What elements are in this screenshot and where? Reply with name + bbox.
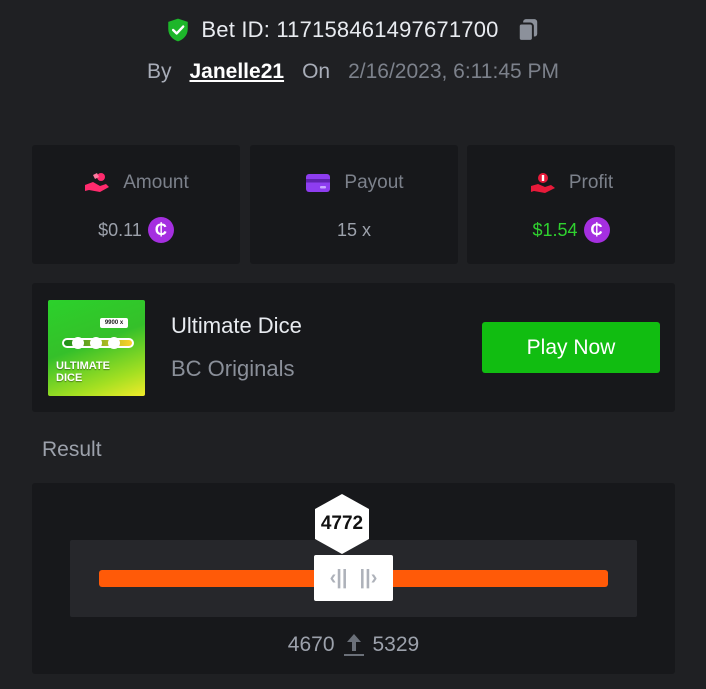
range-low: 4670 (287, 633, 335, 656)
hand-money-icon (530, 173, 555, 193)
result-heading: Result (42, 438, 102, 461)
bet-id-text: Bet ID: 117158461497671700 (201, 17, 499, 42)
profit-value: $1.54 (532, 219, 578, 240)
thumbnail-dot (108, 337, 120, 349)
bet-details-page: Bet ID: 117158461497671700 By Janelle21 … (0, 0, 706, 689)
result-value: 4772 (320, 513, 364, 534)
profit-value-row: $1.54 ₵ (467, 216, 675, 244)
amount-card: Amount $0.11 ₵ (32, 145, 240, 264)
profit-card: Profit $1.54 ₵ (467, 145, 675, 264)
range-row: 4670 5329 (32, 630, 675, 660)
chevron-left-icon: ‹|| (329, 566, 348, 589)
game-card: 9900 x ULTIMATE DICE Ultimate Dice BC Or… (32, 283, 675, 412)
profit-label: Profit (568, 172, 614, 193)
result-panel: ‹|| ||› 4772 4670 5329 (32, 483, 675, 674)
payout-label: Payout (344, 172, 404, 193)
thumbnail-title-line2: DICE (56, 372, 83, 384)
thumbnail-title: ULTIMATE DICE (56, 360, 110, 384)
bet-meta-row: By Janelle21 On 2/16/2023, 6:11:45 PM (0, 56, 706, 88)
shield-check-icon (168, 18, 189, 42)
slider-handle[interactable]: ‹|| ||› (314, 555, 393, 601)
amount-value-row: $0.11 ₵ (32, 216, 240, 244)
chevron-right-icon: ||› (359, 566, 378, 589)
bet-stats: Amount $0.11 ₵ Payout 15 x Profit $1.54 … (32, 145, 675, 264)
coin-icon: ₵ (583, 217, 610, 243)
thumbnail-multiplier-tag: 9900 x (100, 318, 128, 328)
payout-label-row: Payout (250, 169, 458, 197)
game-provider: BC Originals (171, 356, 295, 381)
copy-icon[interactable] (515, 17, 541, 43)
amount-value: $0.11 (98, 219, 142, 240)
game-name[interactable]: Ultimate Dice (171, 313, 302, 339)
game-thumbnail[interactable]: 9900 x ULTIMATE DICE (48, 300, 145, 396)
hand-coins-icon (85, 173, 110, 192)
on-label: On (302, 60, 331, 83)
play-now-button[interactable]: Play Now (482, 322, 660, 373)
payout-card: Payout 15 x (250, 145, 458, 264)
profit-label-row: Profit (467, 169, 675, 197)
bet-datetime: 2/16/2023, 6:11:45 PM (348, 60, 560, 83)
arrow-up-icon (343, 634, 364, 656)
card-icon (306, 174, 331, 192)
thumbnail-dot (90, 337, 102, 349)
amount-label-row: Amount (32, 169, 240, 197)
range-high: 5329 (372, 633, 420, 656)
thumbnail-dot (72, 337, 84, 349)
coin-icon: ₵ (147, 217, 174, 243)
username-link[interactable]: Janelle21 (189, 60, 284, 84)
payout-value-row: 15 x (250, 216, 458, 244)
thumbnail-title-line1: ULTIMATE (56, 360, 110, 372)
by-label: By (146, 60, 172, 83)
payout-value: 15 x (336, 219, 372, 240)
amount-label: Amount (123, 172, 189, 193)
bet-id-row: Bet ID: 117158461497671700 (0, 14, 706, 46)
